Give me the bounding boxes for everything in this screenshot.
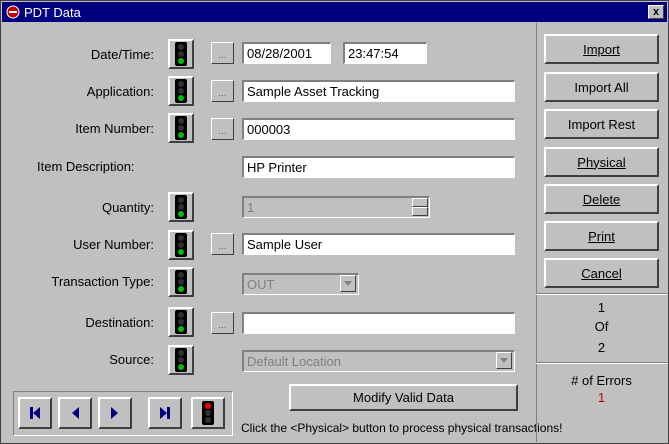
title-bar[interactable]: PDT Data x (2, 2, 667, 22)
user-number-field[interactable]: Sample User (242, 233, 515, 255)
cancel-button[interactable]: Cancel (544, 258, 659, 288)
import-rest-label: Import Rest (567, 116, 636, 132)
quantity-label: Quantity: (101, 200, 154, 215)
item-number-label: Item Number: (75, 121, 154, 136)
traffic-light-green-icon (175, 233, 187, 257)
previous-record-icon (72, 407, 79, 419)
date-time-lookup-button[interactable]: ... (211, 42, 234, 64)
item-number-field[interactable]: 000003 (242, 118, 515, 140)
application-light-button[interactable] (168, 76, 194, 106)
cancel-label: Cancel (581, 265, 622, 281)
user-number-label: User Number: (73, 237, 154, 252)
destination-light-button[interactable] (168, 307, 194, 337)
panel-divider (536, 293, 667, 295)
import-all-label: Import All (574, 79, 629, 95)
chevron-down-icon (344, 281, 352, 286)
item-description-field[interactable]: HP Printer (242, 156, 515, 178)
chevron-down-icon (500, 358, 508, 363)
item-number-lookup-button[interactable]: ... (211, 118, 234, 140)
traffic-light-green-icon (175, 42, 187, 66)
transaction-type-light-button[interactable] (168, 267, 194, 297)
transaction-type-label: Transaction Type: (51, 274, 154, 289)
first-record-button[interactable] (18, 397, 52, 429)
record-of-label: Of (594, 319, 609, 334)
last-record-button[interactable] (148, 397, 182, 429)
next-record-button[interactable] (98, 397, 132, 429)
traffic-light-red-icon (202, 401, 214, 425)
traffic-light-green-icon (175, 195, 187, 219)
quantity-increase-button[interactable] (412, 198, 428, 207)
last-record-icon (160, 407, 170, 419)
transaction-type-dropdown-button[interactable] (340, 275, 356, 292)
modify-valid-data-label: Modify Valid Data (353, 390, 454, 405)
previous-record-button[interactable] (58, 397, 92, 429)
traffic-light-green-icon (175, 270, 187, 294)
traffic-light-green-icon (175, 116, 187, 140)
destination-field[interactable] (242, 312, 515, 334)
print-button[interactable]: Print (544, 221, 659, 251)
delete-button[interactable]: Delete (544, 184, 659, 214)
import-label: Import (583, 41, 620, 57)
status-light-button[interactable] (191, 397, 225, 429)
application-lookup-button[interactable]: ... (211, 80, 234, 102)
quantity-light-button[interactable] (168, 192, 194, 222)
user-number-light-button[interactable] (168, 230, 194, 260)
user-number-lookup-button[interactable]: ... (211, 233, 234, 255)
quantity-stepper[interactable]: 1 (242, 196, 430, 218)
physical-button[interactable]: Physical (544, 147, 659, 177)
print-label: Print (588, 228, 615, 244)
traffic-light-green-icon (175, 310, 187, 334)
application-label: Application: (86, 84, 154, 99)
pdt-data-window: PDT Data x Date/Time: ... 08/28/2001 23:… (0, 0, 669, 444)
source-label: Source: (109, 352, 154, 367)
source-dropdown-button[interactable] (496, 352, 512, 369)
item-number-light-button[interactable] (168, 113, 194, 143)
traffic-light-green-icon (175, 79, 187, 103)
traffic-light-green-icon (175, 348, 187, 372)
modify-valid-data-button[interactable]: Modify Valid Data (289, 384, 518, 411)
destination-lookup-button[interactable]: ... (211, 312, 234, 334)
source-select[interactable]: Default Location (242, 350, 515, 372)
app-icon (6, 5, 20, 19)
date-field[interactable]: 08/28/2001 (242, 42, 331, 64)
destination-label: Destination: (85, 315, 154, 330)
window-title: PDT Data (24, 4, 81, 20)
import-button[interactable]: Import (544, 34, 659, 64)
first-record-icon (30, 407, 40, 419)
record-current: 1 (597, 300, 606, 315)
errors-count: 1 (597, 390, 606, 405)
panel-divider (536, 362, 667, 364)
close-button[interactable]: x (648, 5, 664, 19)
hint-text: Click the <Physical> button to process p… (241, 421, 563, 435)
date-time-label: Date/Time: (90, 47, 154, 62)
time-field[interactable]: 23:47:54 (343, 42, 427, 64)
quantity-decrease-button[interactable] (412, 207, 428, 216)
next-record-icon (111, 407, 118, 419)
import-rest-button[interactable]: Import Rest (544, 109, 659, 139)
delete-label: Delete (582, 191, 621, 207)
errors-label: # of Errors (571, 373, 632, 388)
date-time-light-button[interactable] (168, 39, 194, 69)
source-light-button[interactable] (168, 345, 194, 375)
application-field[interactable]: Sample Asset Tracking (242, 80, 515, 102)
import-all-button[interactable]: Import All (544, 72, 659, 102)
item-description-label: Item Description: (37, 159, 135, 174)
record-total: 2 (597, 340, 606, 355)
physical-label: Physical (577, 154, 626, 170)
close-icon: x (652, 5, 660, 18)
